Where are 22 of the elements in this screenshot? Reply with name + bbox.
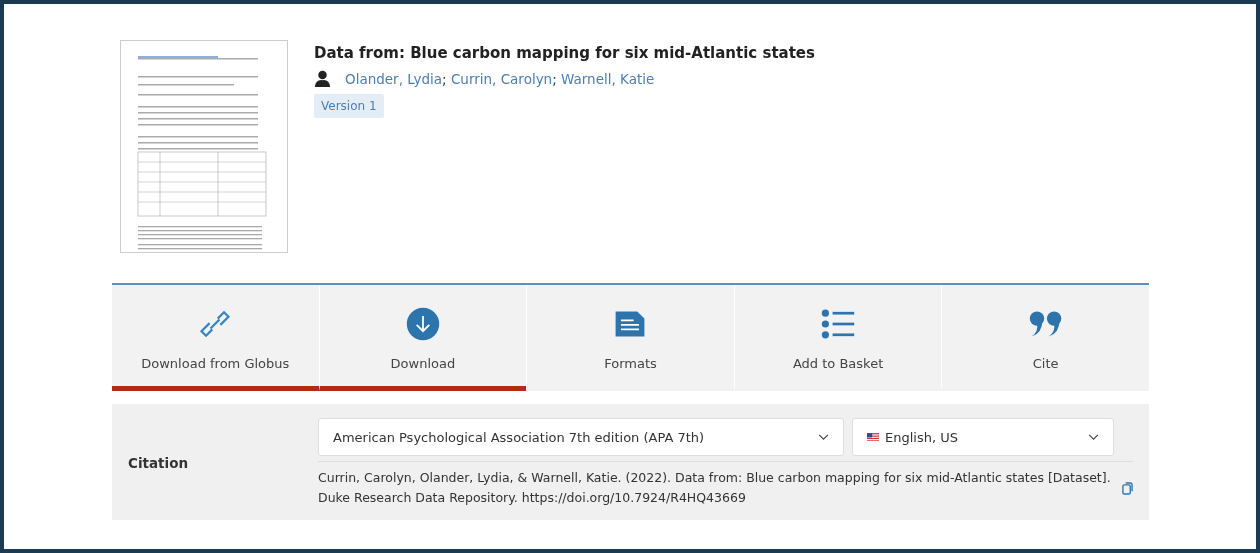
citation-label: Citation <box>128 455 190 471</box>
author-link[interactable]: Warnell, Katie <box>561 70 655 87</box>
person-icon <box>314 70 331 87</box>
flag-icon <box>867 433 879 441</box>
action-tab[interactable]: Formats <box>526 285 734 391</box>
citation-text: Currin, Carolyn, Olander, Lydia, & Warnell, Katie. (2022). Data from: Blue carbon mapping for six mid-Atlantic states [Dataset]. Duke Research Data Repository. https://doi.org/10.7924/R4HQ43669 <box>318 469 1112 507</box>
separator: ; <box>552 70 557 87</box>
language-dropdown[interactable]: English, US <box>852 418 1114 456</box>
action-tab[interactable]: Add to Basket <box>733 285 942 391</box>
action-tab[interactable]: Download from Globus <box>112 285 319 391</box>
chevron-down-icon <box>818 433 829 441</box>
citation-style-dropdown[interactable]: American Psychological Association 7th edition (APA 7th) <box>318 418 844 456</box>
author-link[interactable]: Currin, Carolyn <box>450 70 553 87</box>
chevron-down-icon <box>1088 433 1099 441</box>
separator: ; <box>442 70 447 87</box>
download-icon <box>404 306 441 342</box>
copy-icon[interactable] <box>1122 481 1133 495</box>
author-link[interactable]: Olander, Lydia <box>345 70 443 87</box>
dataset-title: Data from: Blue carbon mapping for six mid-Atlantic states <box>314 44 815 62</box>
action-tab[interactable]: Cite <box>941 285 1149 391</box>
version-badge: Version 1 <box>314 94 384 118</box>
action-tab[interactable]: Download <box>318 285 527 391</box>
